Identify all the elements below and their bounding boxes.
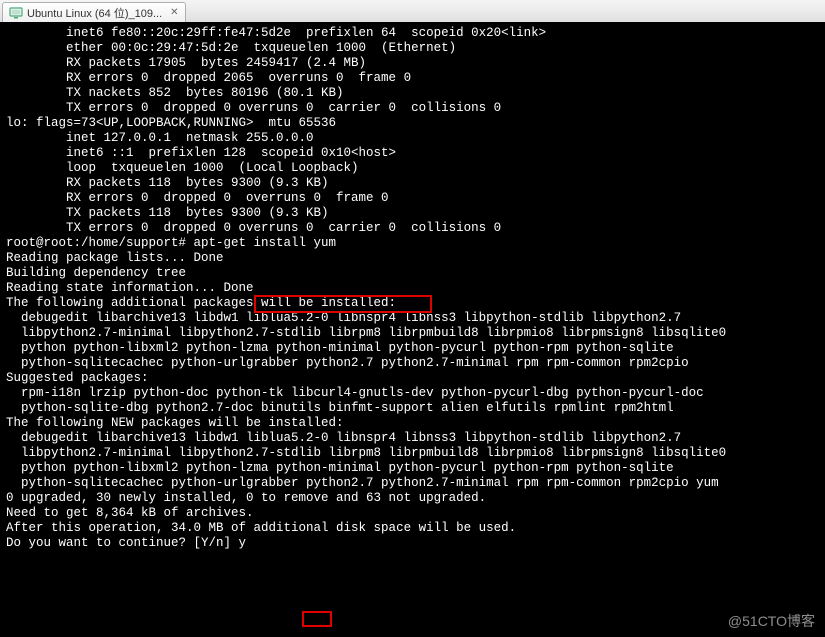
terminal-line: debugedit libarchive13 libdw1 liblua5.2-… [6, 431, 819, 446]
terminal-line: Reading package lists... Done [6, 251, 819, 266]
terminal-output[interactable]: inet6 fe80::20c:29ff:fe47:5d2e prefixlen… [0, 22, 825, 637]
terminal-line: python python-libxml2 python-lzma python… [6, 461, 819, 476]
terminal-line: inet6 ::1 prefixlen 128 scopeid 0x10<hos… [6, 146, 819, 161]
terminal-line: TX errors 0 dropped 0 overruns 0 carrier… [6, 221, 819, 236]
terminal-line: After this operation, 34.0 MB of additio… [6, 521, 819, 536]
tab-bar: Ubuntu Linux (64 位)_109... ✕ [0, 0, 825, 22]
watermark: @51CTO博客 [728, 611, 815, 631]
terminal-line: loop txqueuelen 1000 (Local Loopback) [6, 161, 819, 176]
vm-tab[interactable]: Ubuntu Linux (64 位)_109... ✕ [2, 2, 186, 22]
terminal-line: Reading state information... Done [6, 281, 819, 296]
terminal-line: libpython2.7-minimal libpython2.7-stdlib… [6, 326, 819, 341]
terminal-line: Need to get 8,364 kB of archives. [6, 506, 819, 521]
terminal-line: python-sqlitecachec python-urlgrabber py… [6, 356, 819, 371]
terminal-line: root@root:/home/support# apt-get install… [6, 236, 819, 251]
monitor-icon [9, 6, 23, 20]
terminal-line: Building dependency tree [6, 266, 819, 281]
terminal-line: rpm-i18n lrzip python-doc python-tk libc… [6, 386, 819, 401]
terminal-line: inet 127.0.0.1 netmask 255.0.0.0 [6, 131, 819, 146]
terminal-line: inet6 fe80::20c:29ff:fe47:5d2e prefixlen… [6, 26, 819, 41]
terminal-line: 0 upgraded, 30 newly installed, 0 to rem… [6, 491, 819, 506]
terminal-line: RX packets 17905 bytes 2459417 (2.4 MB) [6, 56, 819, 71]
terminal-line: python-sqlite-dbg python2.7-doc binutils… [6, 401, 819, 416]
terminal-line: RX errors 0 dropped 0 overruns 0 frame 0 [6, 191, 819, 206]
terminal-line: python-sqlitecachec python-urlgrabber py… [6, 476, 819, 491]
tab-title: Ubuntu Linux (64 位)_109... [27, 5, 162, 21]
terminal-line: RX errors 0 dropped 2065 overruns 0 fram… [6, 71, 819, 86]
terminal-line: TX errors 0 dropped 0 overruns 0 carrier… [6, 101, 819, 116]
terminal-line: Suggested packages: [6, 371, 819, 386]
terminal-line: RX packets 118 bytes 9300 (9.3 KB) [6, 176, 819, 191]
terminal-line: debugedit libarchive13 libdw1 liblua5.2-… [6, 311, 819, 326]
terminal-line: TX packets 118 bytes 9300 (9.3 KB) [6, 206, 819, 221]
terminal-line: The following NEW packages will be insta… [6, 416, 819, 431]
terminal-line: The following additional packages will b… [6, 296, 819, 311]
terminal-line: python python-libxml2 python-lzma python… [6, 341, 819, 356]
close-icon[interactable]: ✕ [170, 7, 178, 18]
terminal-line: lo: flags=73<UP,LOOPBACK,RUNNING> mtu 65… [6, 116, 819, 131]
terminal-line: Do you want to continue? [Y/n] y [6, 536, 819, 551]
terminal-line: TX nackets 852 bytes 80196 (80.1 KB) [6, 86, 819, 101]
terminal-line: libpython2.7-minimal libpython2.7-stdlib… [6, 446, 819, 461]
terminal-line: ether 00:0c:29:47:5d:2e txqueuelen 1000 … [6, 41, 819, 56]
